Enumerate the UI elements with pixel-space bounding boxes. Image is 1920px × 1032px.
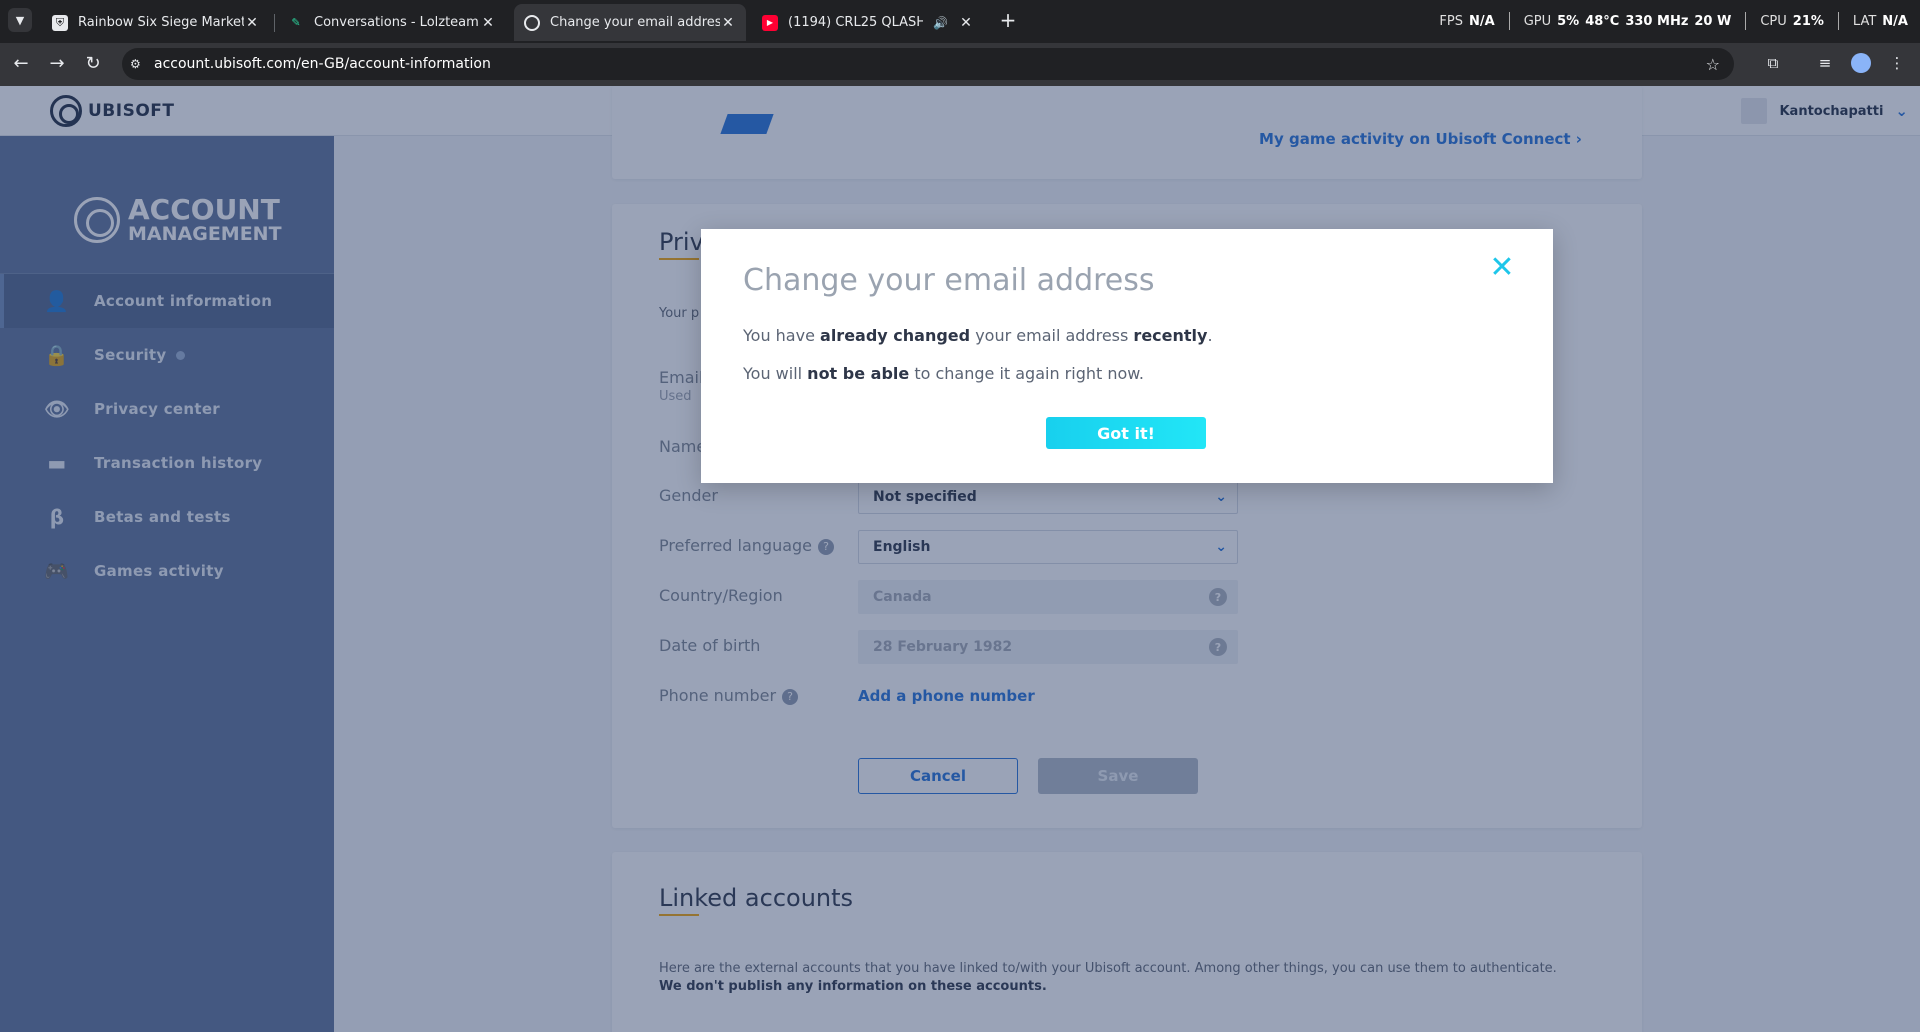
tab-title: Conversations - Lolzteam Mark (314, 15, 480, 30)
tab-change-email[interactable]: Change your email address ✕ (514, 4, 746, 41)
tab-bar: ▼ ⛨ Rainbow Six Siege Marketplace ✕ ✎ Co… (0, 0, 1920, 43)
shield-icon: ⛨ (52, 14, 68, 31)
close-icon[interactable]: ✕ (1487, 253, 1517, 283)
close-tab-icon[interactable]: ✕ (958, 15, 974, 31)
cpu-label: CPU (1760, 13, 1787, 29)
dialog-message-line1: You have already changed your email addr… (743, 326, 1213, 345)
perf-separator (1745, 12, 1747, 30)
back-button[interactable]: ← (8, 50, 34, 76)
new-tab-button[interactable]: + (996, 8, 1020, 32)
gpu-usage: 5% (1557, 13, 1580, 29)
forward-button[interactable]: → (44, 50, 70, 76)
tab-youtube[interactable]: ▶ (1194) CRL25 QLASH Drago 🔊 ✕ (752, 4, 984, 41)
address-bar[interactable]: ⚙ account.ubisoft.com/en-GB/account-info… (122, 48, 1734, 80)
got-it-button[interactable]: Got it! (1046, 417, 1206, 449)
extensions-icon[interactable]: ⧉ (1760, 50, 1786, 76)
modal-backdrop[interactable] (0, 86, 1920, 1032)
tab-title: Rainbow Six Siege Marketplace (78, 15, 244, 30)
site-info-icon[interactable]: ⚙ (130, 57, 144, 71)
reload-icon: ↻ (85, 52, 101, 74)
browser-chrome: ▼ ⛨ Rainbow Six Siege Marketplace ✕ ✎ Co… (0, 0, 1920, 86)
fps-label: FPS (1439, 13, 1463, 29)
tab-list-button[interactable]: ▼ (8, 8, 32, 32)
arrow-right-icon: → (49, 52, 65, 74)
cpu-usage: 21% (1792, 13, 1824, 29)
close-tab-icon[interactable]: ✕ (244, 15, 260, 31)
perf-separator (1837, 12, 1839, 30)
arrow-left-icon: ← (13, 52, 29, 74)
profile-avatar-icon[interactable] (1848, 50, 1874, 76)
ubisoft-icon (524, 14, 540, 31)
lolz-icon: ✎ (291, 16, 301, 29)
youtube-icon: ▶ (762, 14, 778, 31)
dialog-title: Change your email address (743, 263, 1155, 298)
perf-separator (1508, 12, 1510, 30)
tab-lolzteam[interactable]: ✎ Conversations - Lolzteam Mark ✕ (278, 4, 506, 41)
plus-icon: + (999, 8, 1017, 32)
speaker-icon[interactable]: 🔊 (933, 16, 948, 30)
close-tab-icon[interactable]: ✕ (720, 15, 736, 31)
dialog-message-line2: You will not be able to change it again … (743, 364, 1144, 383)
gpu-label: GPU (1523, 13, 1552, 29)
gpu-clock: 330 MHz (1625, 13, 1689, 29)
reload-button[interactable]: ↻ (80, 50, 106, 76)
lat-value: N/A (1882, 13, 1908, 29)
performance-overlay: FPS N/A GPU 5% 48°C 330 MHz 20 W CPU 21%… (1439, 12, 1908, 30)
tab-title: (1194) CRL25 QLASH Drago (788, 15, 924, 30)
tab-rainbow-six[interactable]: ⛨ Rainbow Six Siege Marketplace ✕ (42, 4, 270, 41)
tab-title: Change your email address (550, 15, 720, 30)
lat-label: LAT (1852, 13, 1877, 29)
more-menu-icon[interactable]: ⋮ (1884, 50, 1910, 76)
gpu-power: 20 W (1694, 13, 1732, 29)
gpu-temp: 48°C (1585, 13, 1620, 29)
url-text[interactable]: account.ubisoft.com/en-GB/account-inform… (154, 56, 491, 72)
close-tab-icon[interactable]: ✕ (480, 15, 496, 31)
tab-separator (274, 14, 275, 32)
media-controls-icon[interactable]: ≡ (1812, 50, 1838, 76)
chevron-down-icon: ▼ (15, 13, 25, 27)
star-icon[interactable]: ☆ (1706, 55, 1720, 74)
change-email-dialog: Change your email address ✕ You have alr… (701, 229, 1553, 483)
fps-value: N/A (1468, 13, 1495, 29)
